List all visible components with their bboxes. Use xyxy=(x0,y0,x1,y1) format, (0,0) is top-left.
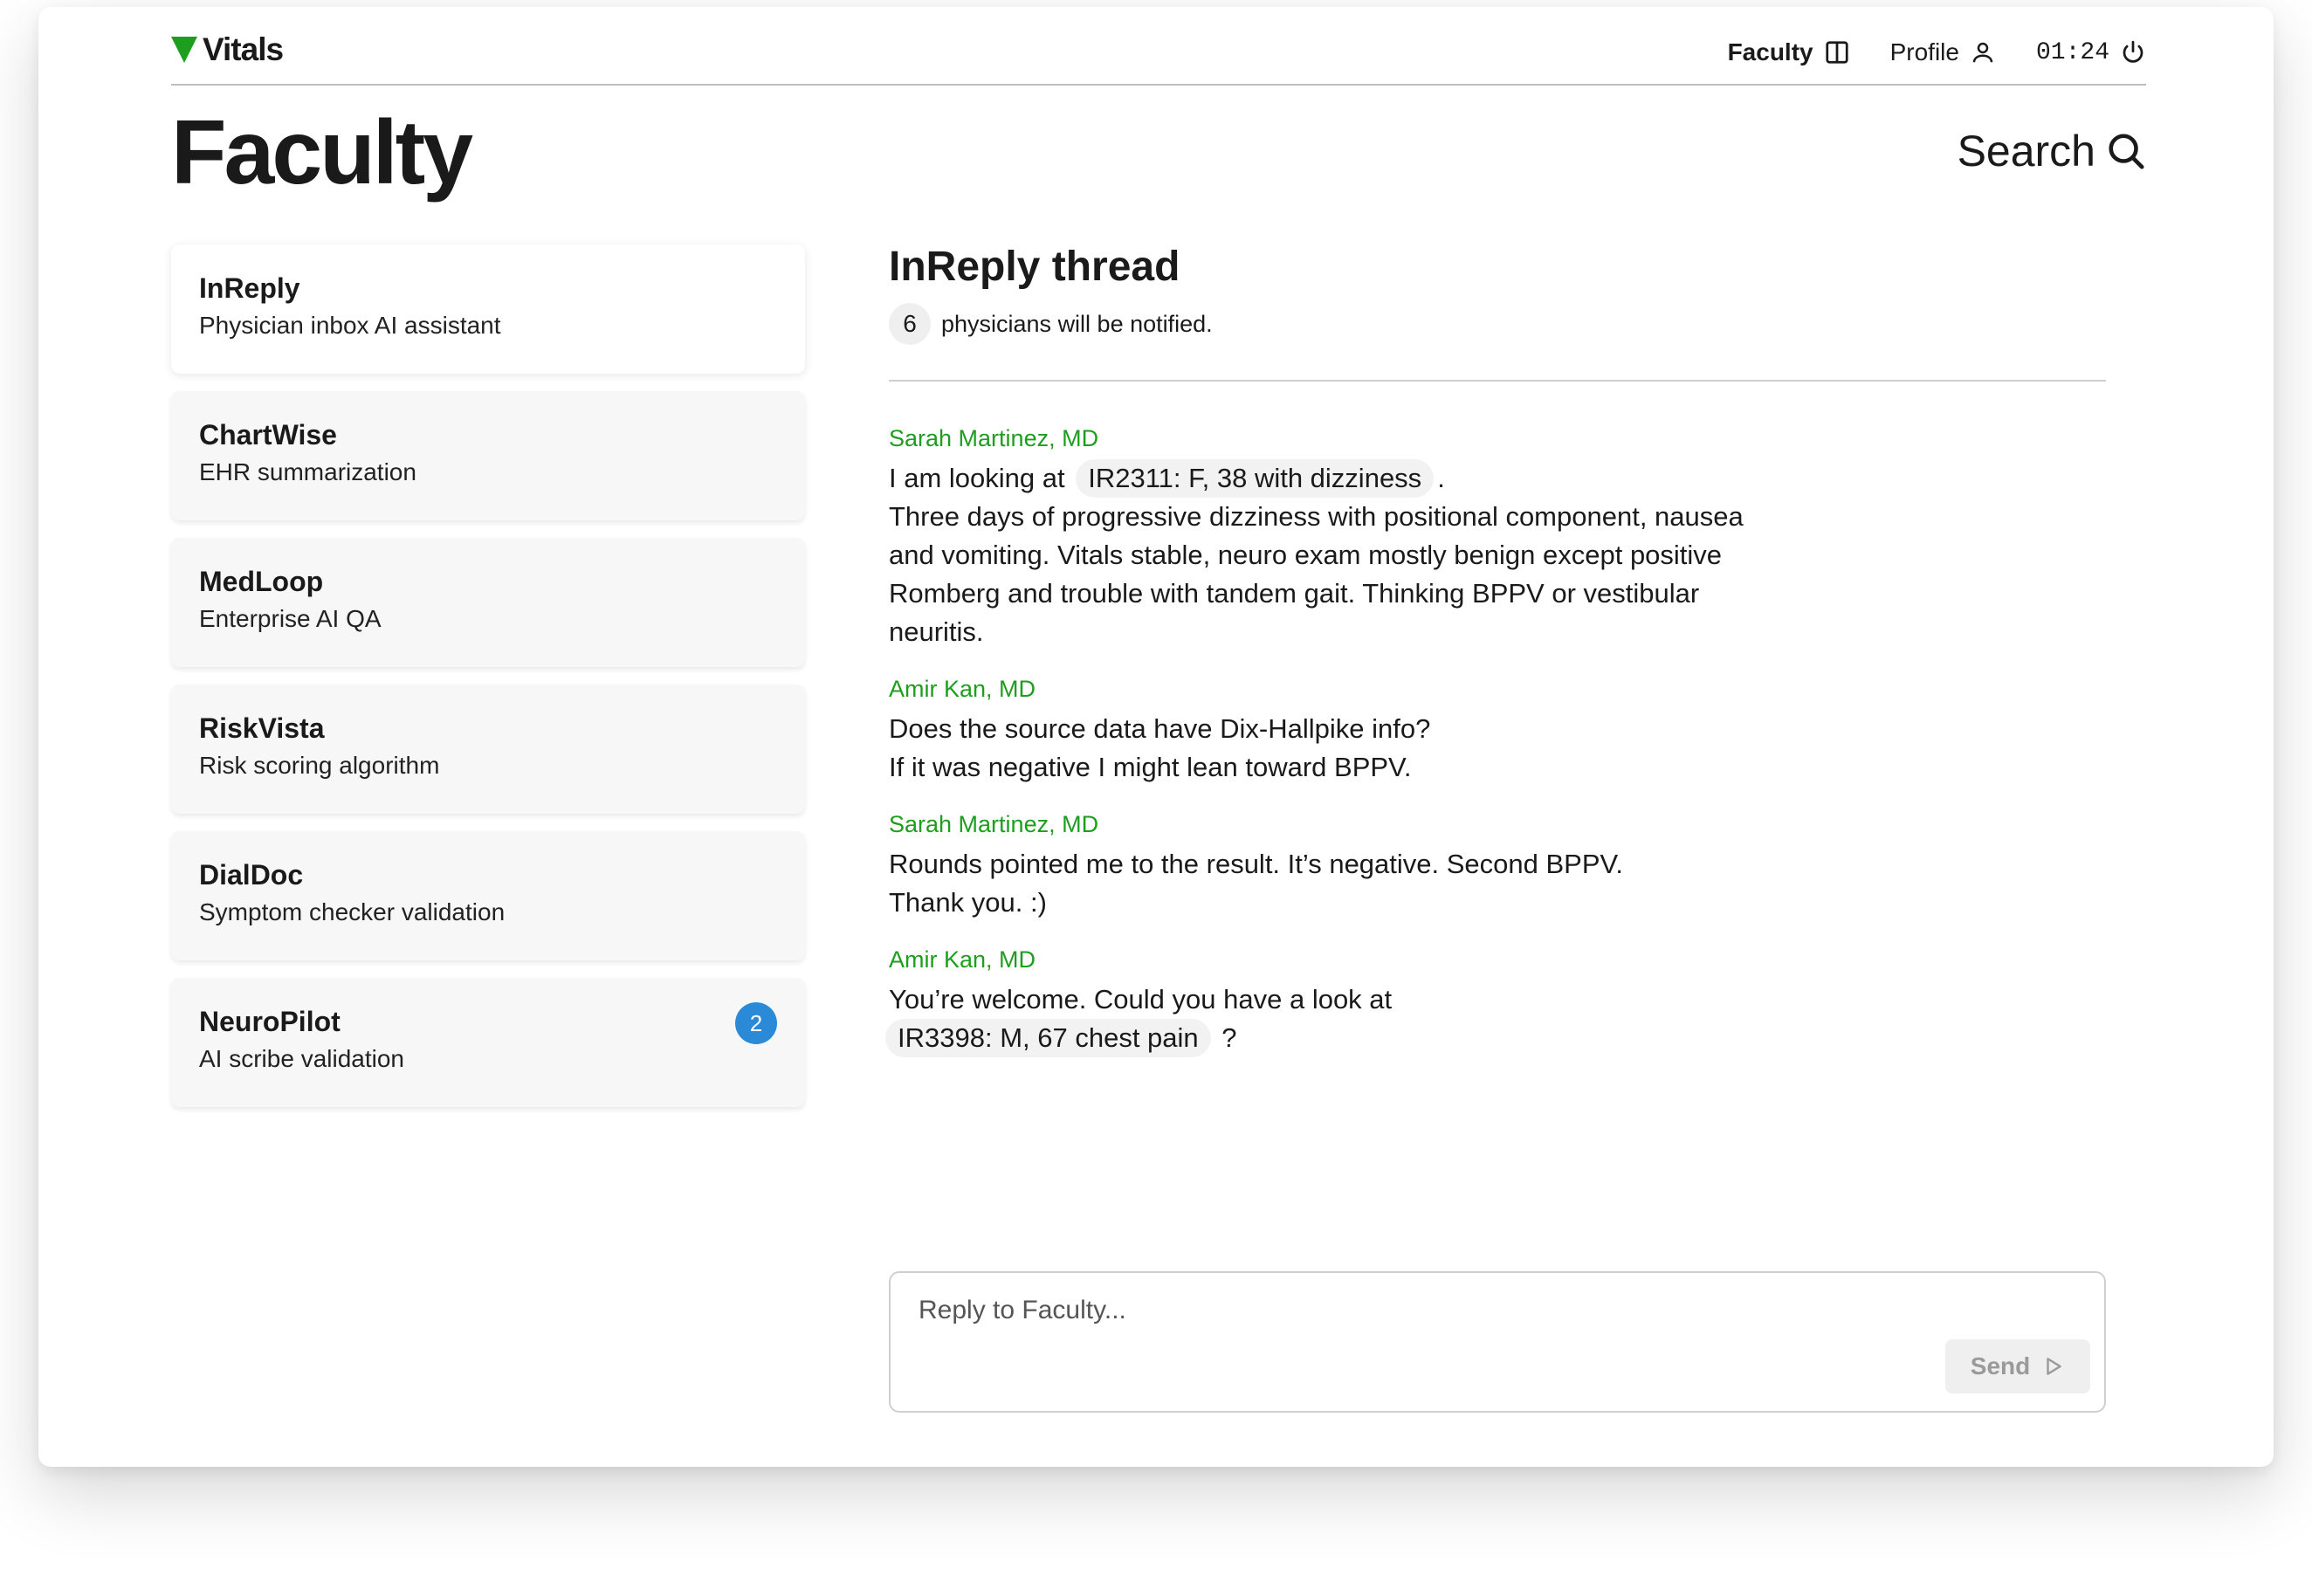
reply-input[interactable] xyxy=(919,1296,1966,1325)
project-card-riskvista[interactable]: RiskVista Risk scoring algorithm xyxy=(171,684,805,814)
clock-readout: 01:24 xyxy=(2035,38,2109,66)
app-window: Vitals Faculty Profile 01:24 Faculty Sea… xyxy=(38,7,2274,1467)
message-text: I am looking at xyxy=(889,463,1065,493)
unread-badge: 2 xyxy=(735,1002,777,1044)
message: Sarah Martinez, MD I am looking at IR231… xyxy=(889,425,1744,651)
send-arrow-icon xyxy=(2047,1358,2062,1375)
search-button[interactable]: Search xyxy=(1958,126,2146,176)
user-icon xyxy=(1972,42,1993,63)
message-body: Does the source data have Dix-Hallpike i… xyxy=(889,710,1744,787)
project-title: NeuroPilot xyxy=(199,1006,341,1037)
nav-faculty[interactable]: Faculty xyxy=(1728,38,1850,66)
nav-profile-label: Profile xyxy=(1889,38,1959,65)
project-subtitle: EHR summarization xyxy=(199,458,416,485)
message-text: Rounds pointed me to the result. It’s ne… xyxy=(889,849,1623,879)
message-list: Sarah Martinez, MD I am looking at IR231… xyxy=(885,425,1744,1057)
message-author: Sarah Martinez, MD xyxy=(889,425,1099,451)
notify-line: 6 physicians will be notified. xyxy=(889,303,2106,345)
thread-panel: InReply thread 6 physicians will be noti… xyxy=(885,243,2106,1082)
project-title: DialDoc xyxy=(199,859,304,891)
project-subtitle: Risk scoring algorithm xyxy=(199,752,440,779)
message-text: . xyxy=(1437,463,1445,493)
search-label: Search xyxy=(1957,127,2095,175)
message: Amir Kan, MD You’re welcome. Could you h… xyxy=(885,946,1744,1057)
send-button[interactable]: Send xyxy=(1945,1339,2090,1393)
message-author: Amir Kan, MD xyxy=(889,676,1036,702)
project-subtitle: Physician inbox AI assistant xyxy=(199,312,501,339)
project-title: RiskVista xyxy=(199,712,325,744)
message-text: Does the source data have Dix-Hallpike i… xyxy=(889,713,1431,744)
session-clock[interactable]: 01:24 xyxy=(2036,39,2146,66)
message-body: You’re welcome. Could you have a look at… xyxy=(885,980,1744,1057)
divider xyxy=(889,380,2106,382)
project-title: InReply xyxy=(199,272,300,304)
case-reference-chip[interactable]: IR2311: F, 38 with dizziness xyxy=(1076,459,1435,498)
nav-profile[interactable]: Profile xyxy=(1890,38,1996,66)
project-card-chartwise[interactable]: ChartWise EHR summarization xyxy=(171,391,805,520)
message-body: I am looking at IR2311: F, 38 with dizzi… xyxy=(889,459,1744,651)
top-nav: Faculty Profile 01:24 xyxy=(1688,38,2146,66)
nav-faculty-label: Faculty xyxy=(1727,38,1813,65)
message-text: ? xyxy=(1221,1022,1237,1053)
message-text: Thank you. :) xyxy=(889,887,1047,918)
project-card-medloop[interactable]: MedLoop Enterprise AI QA xyxy=(171,538,805,667)
project-title: MedLoop xyxy=(199,566,324,597)
send-label: Send xyxy=(1970,1352,2031,1379)
logo[interactable]: Vitals xyxy=(171,31,284,68)
logo-triangle-icon xyxy=(171,37,197,63)
project-subtitle: Enterprise AI QA xyxy=(199,605,382,632)
project-subtitle: AI scribe validation xyxy=(199,1045,405,1072)
message-body: Rounds pointed me to the result. It’s ne… xyxy=(889,845,1744,922)
notify-count: 6 xyxy=(889,303,931,345)
notify-text: physicians will be notified. xyxy=(941,310,1213,337)
power-icon xyxy=(2123,40,2143,63)
sidebar-panel-icon xyxy=(1825,41,1848,64)
project-card-dialdoc[interactable]: DialDoc Symptom checker validation xyxy=(171,831,805,960)
reply-box: Send xyxy=(889,1271,2106,1413)
message: Amir Kan, MD Does the source data have D… xyxy=(889,676,1744,787)
top-bar: Vitals Faculty Profile 01:24 xyxy=(171,7,2146,86)
case-reference-chip[interactable]: IR3398: M, 67 chest pain xyxy=(885,1019,1211,1057)
project-title: ChartWise xyxy=(199,419,337,451)
project-list: InReply Physician inbox AI assistant Cha… xyxy=(171,244,805,1125)
message-author: Sarah Martinez, MD xyxy=(889,811,1099,837)
project-subtitle: Symptom checker validation xyxy=(199,898,506,925)
project-card-neuropilot[interactable]: NeuroPilot AI scribe validation 2 xyxy=(171,978,805,1107)
message-text: You’re welcome. Could you have a look at xyxy=(889,984,1393,1015)
page-title: Faculty xyxy=(171,102,473,203)
message: Sarah Martinez, MD Rounds pointed me to … xyxy=(889,811,1744,922)
project-card-inreply[interactable]: InReply Physician inbox AI assistant xyxy=(171,244,805,374)
search-icon xyxy=(2109,134,2144,169)
thread-title: InReply thread xyxy=(889,244,1180,290)
message-text: If it was negative I might lean toward B… xyxy=(889,752,1412,782)
message-text: Three days of progressive dizziness with… xyxy=(889,501,1744,647)
message-author: Amir Kan, MD xyxy=(889,946,1036,973)
app-name: Vitals xyxy=(203,31,284,67)
